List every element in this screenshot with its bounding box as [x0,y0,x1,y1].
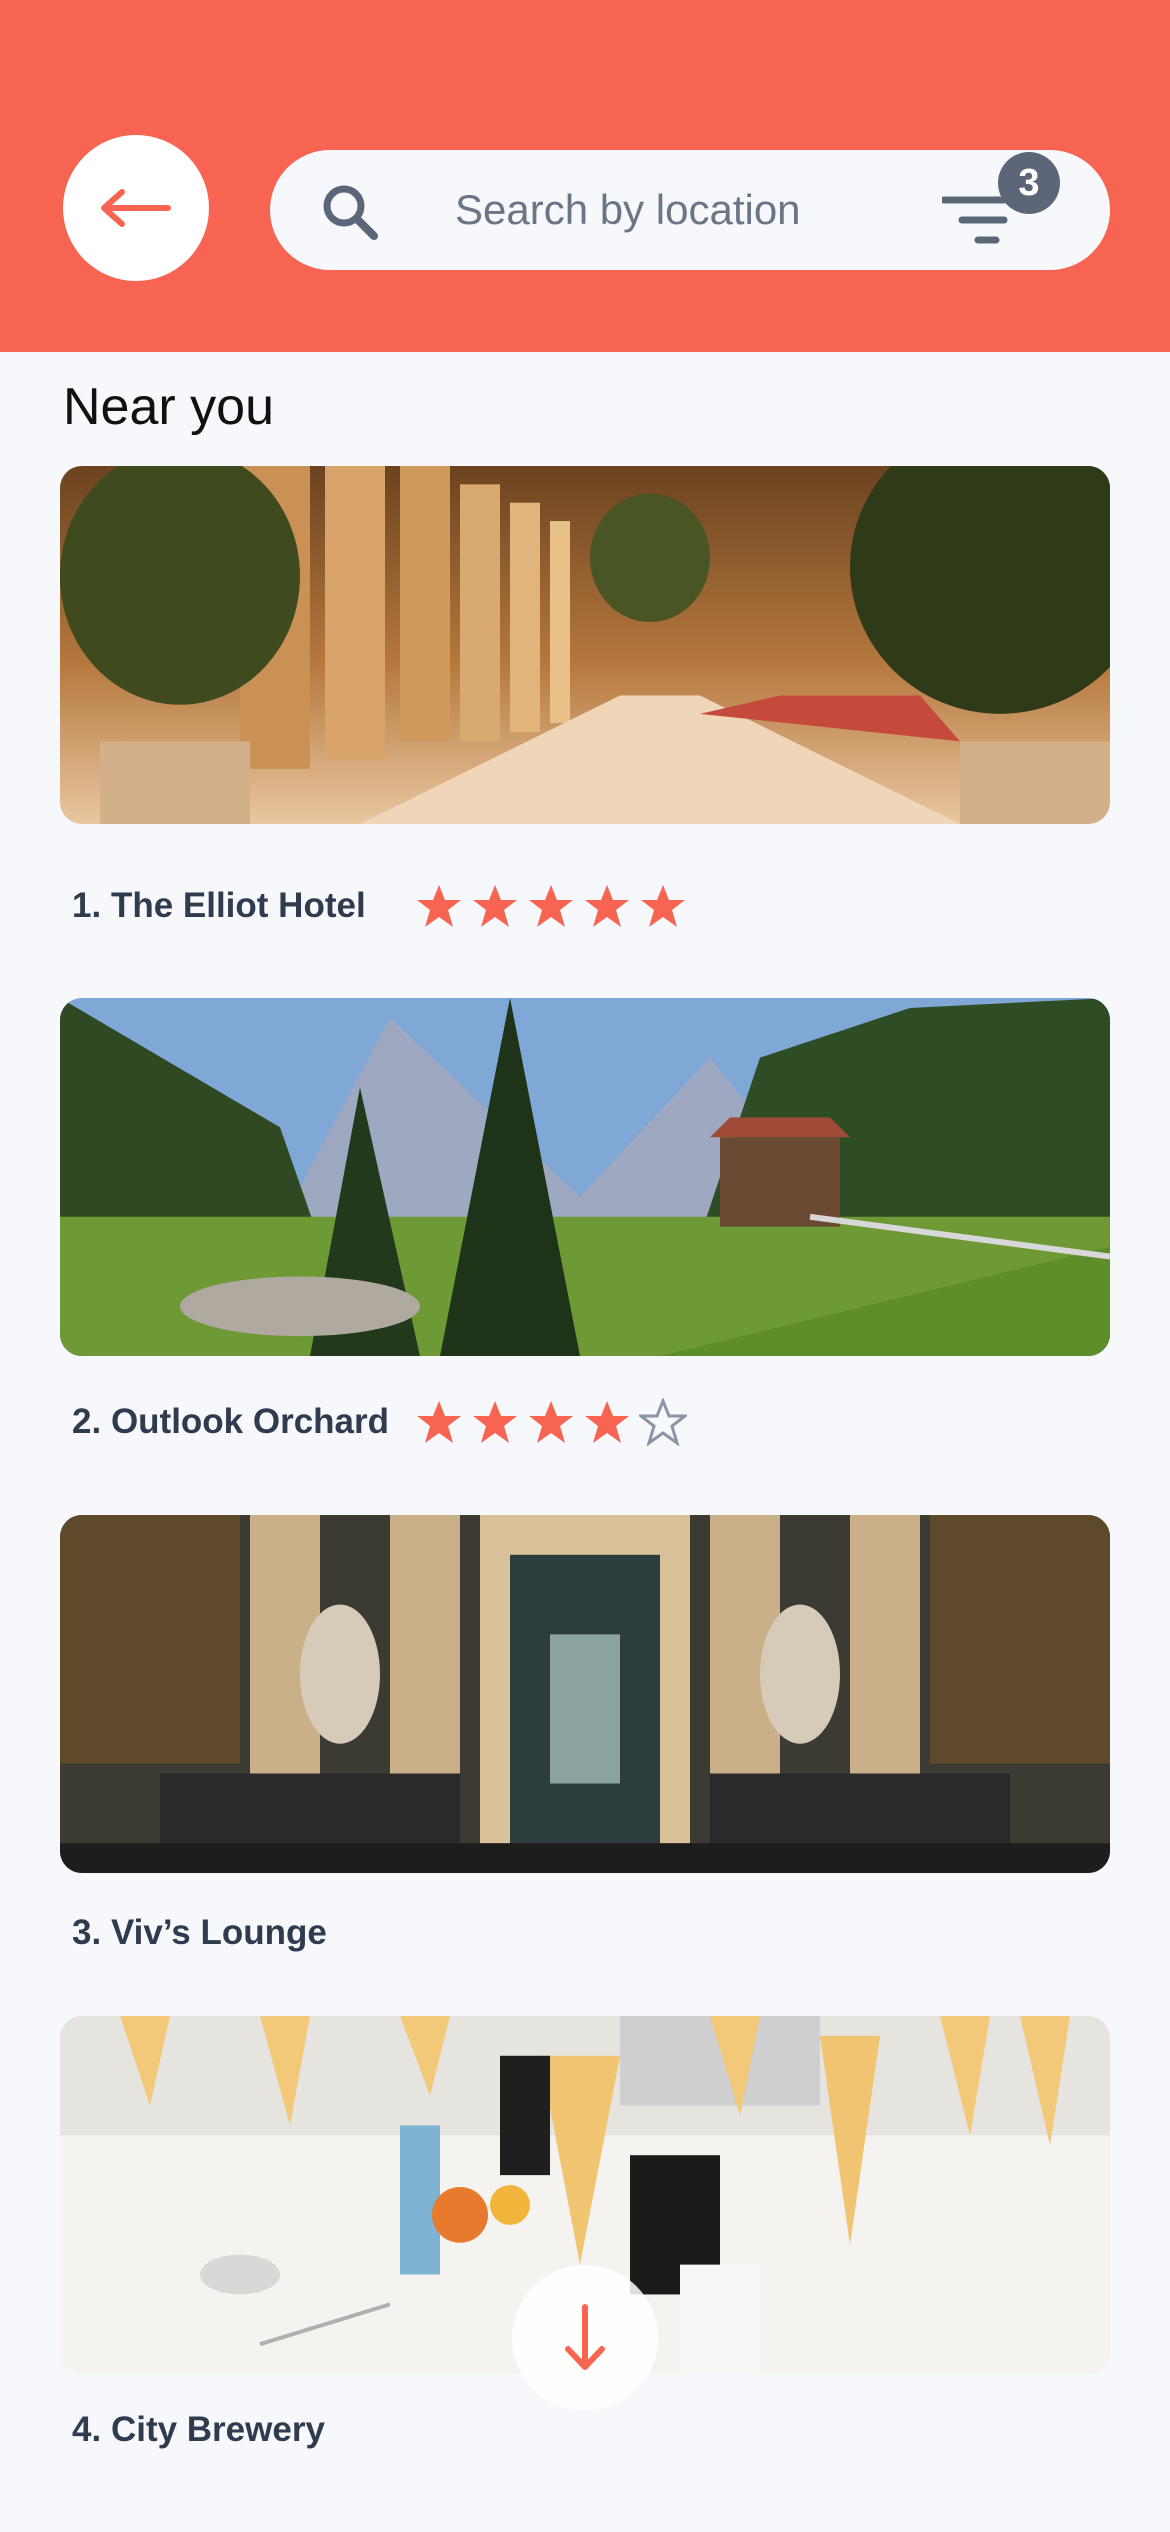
back-button[interactable] [63,135,209,281]
star-filled-icon [585,1401,629,1443]
place-rank: 1. [72,886,102,925]
search-bar[interactable]: 3 [270,150,1110,270]
star-filled-icon [529,1401,573,1443]
place-title: 3. Viv’s Lounge [72,1913,327,1953]
place-name: Viv’s Lounge [110,1913,327,1952]
hotel-lobby-image [60,466,1110,824]
top-header: 3 [0,0,1170,352]
arrow-left-icon [101,189,171,227]
place-rank: 2. [72,1402,102,1441]
place-name: City Brewery [110,2410,325,2449]
mountain-valley-image [60,998,1110,1356]
star-filled-icon [417,1401,461,1443]
place-rank: 3. [72,1913,102,1952]
filter-count-badge: 3 [998,152,1060,214]
star-filled-icon [473,1401,517,1443]
star-rating [415,882,687,930]
place-rank: 4. [72,2410,102,2449]
place-title: 4. City Brewery [72,2410,325,2450]
star-empty-icon [639,1398,687,1446]
search-input[interactable] [455,172,895,248]
star-filled-icon [529,885,573,927]
star-filled-icon [417,885,461,927]
arrow-down-icon [565,2304,605,2370]
star-rating [415,1398,687,1446]
place-name: The Elliot Hotel [110,886,366,925]
search-icon [323,185,378,240]
place-title: 1. The Elliot Hotel [72,886,366,926]
star-filled-icon [585,885,629,927]
place-name: Outlook Orchard [110,1402,390,1441]
star-filled-icon [641,885,685,927]
scroll-down-button[interactable] [512,2265,658,2411]
star-filled-icon [473,885,517,927]
place-title: 2. Outlook Orchard [72,1402,389,1442]
ornate-hall-image [60,1515,1110,1873]
section-title: Near you [63,378,274,436]
